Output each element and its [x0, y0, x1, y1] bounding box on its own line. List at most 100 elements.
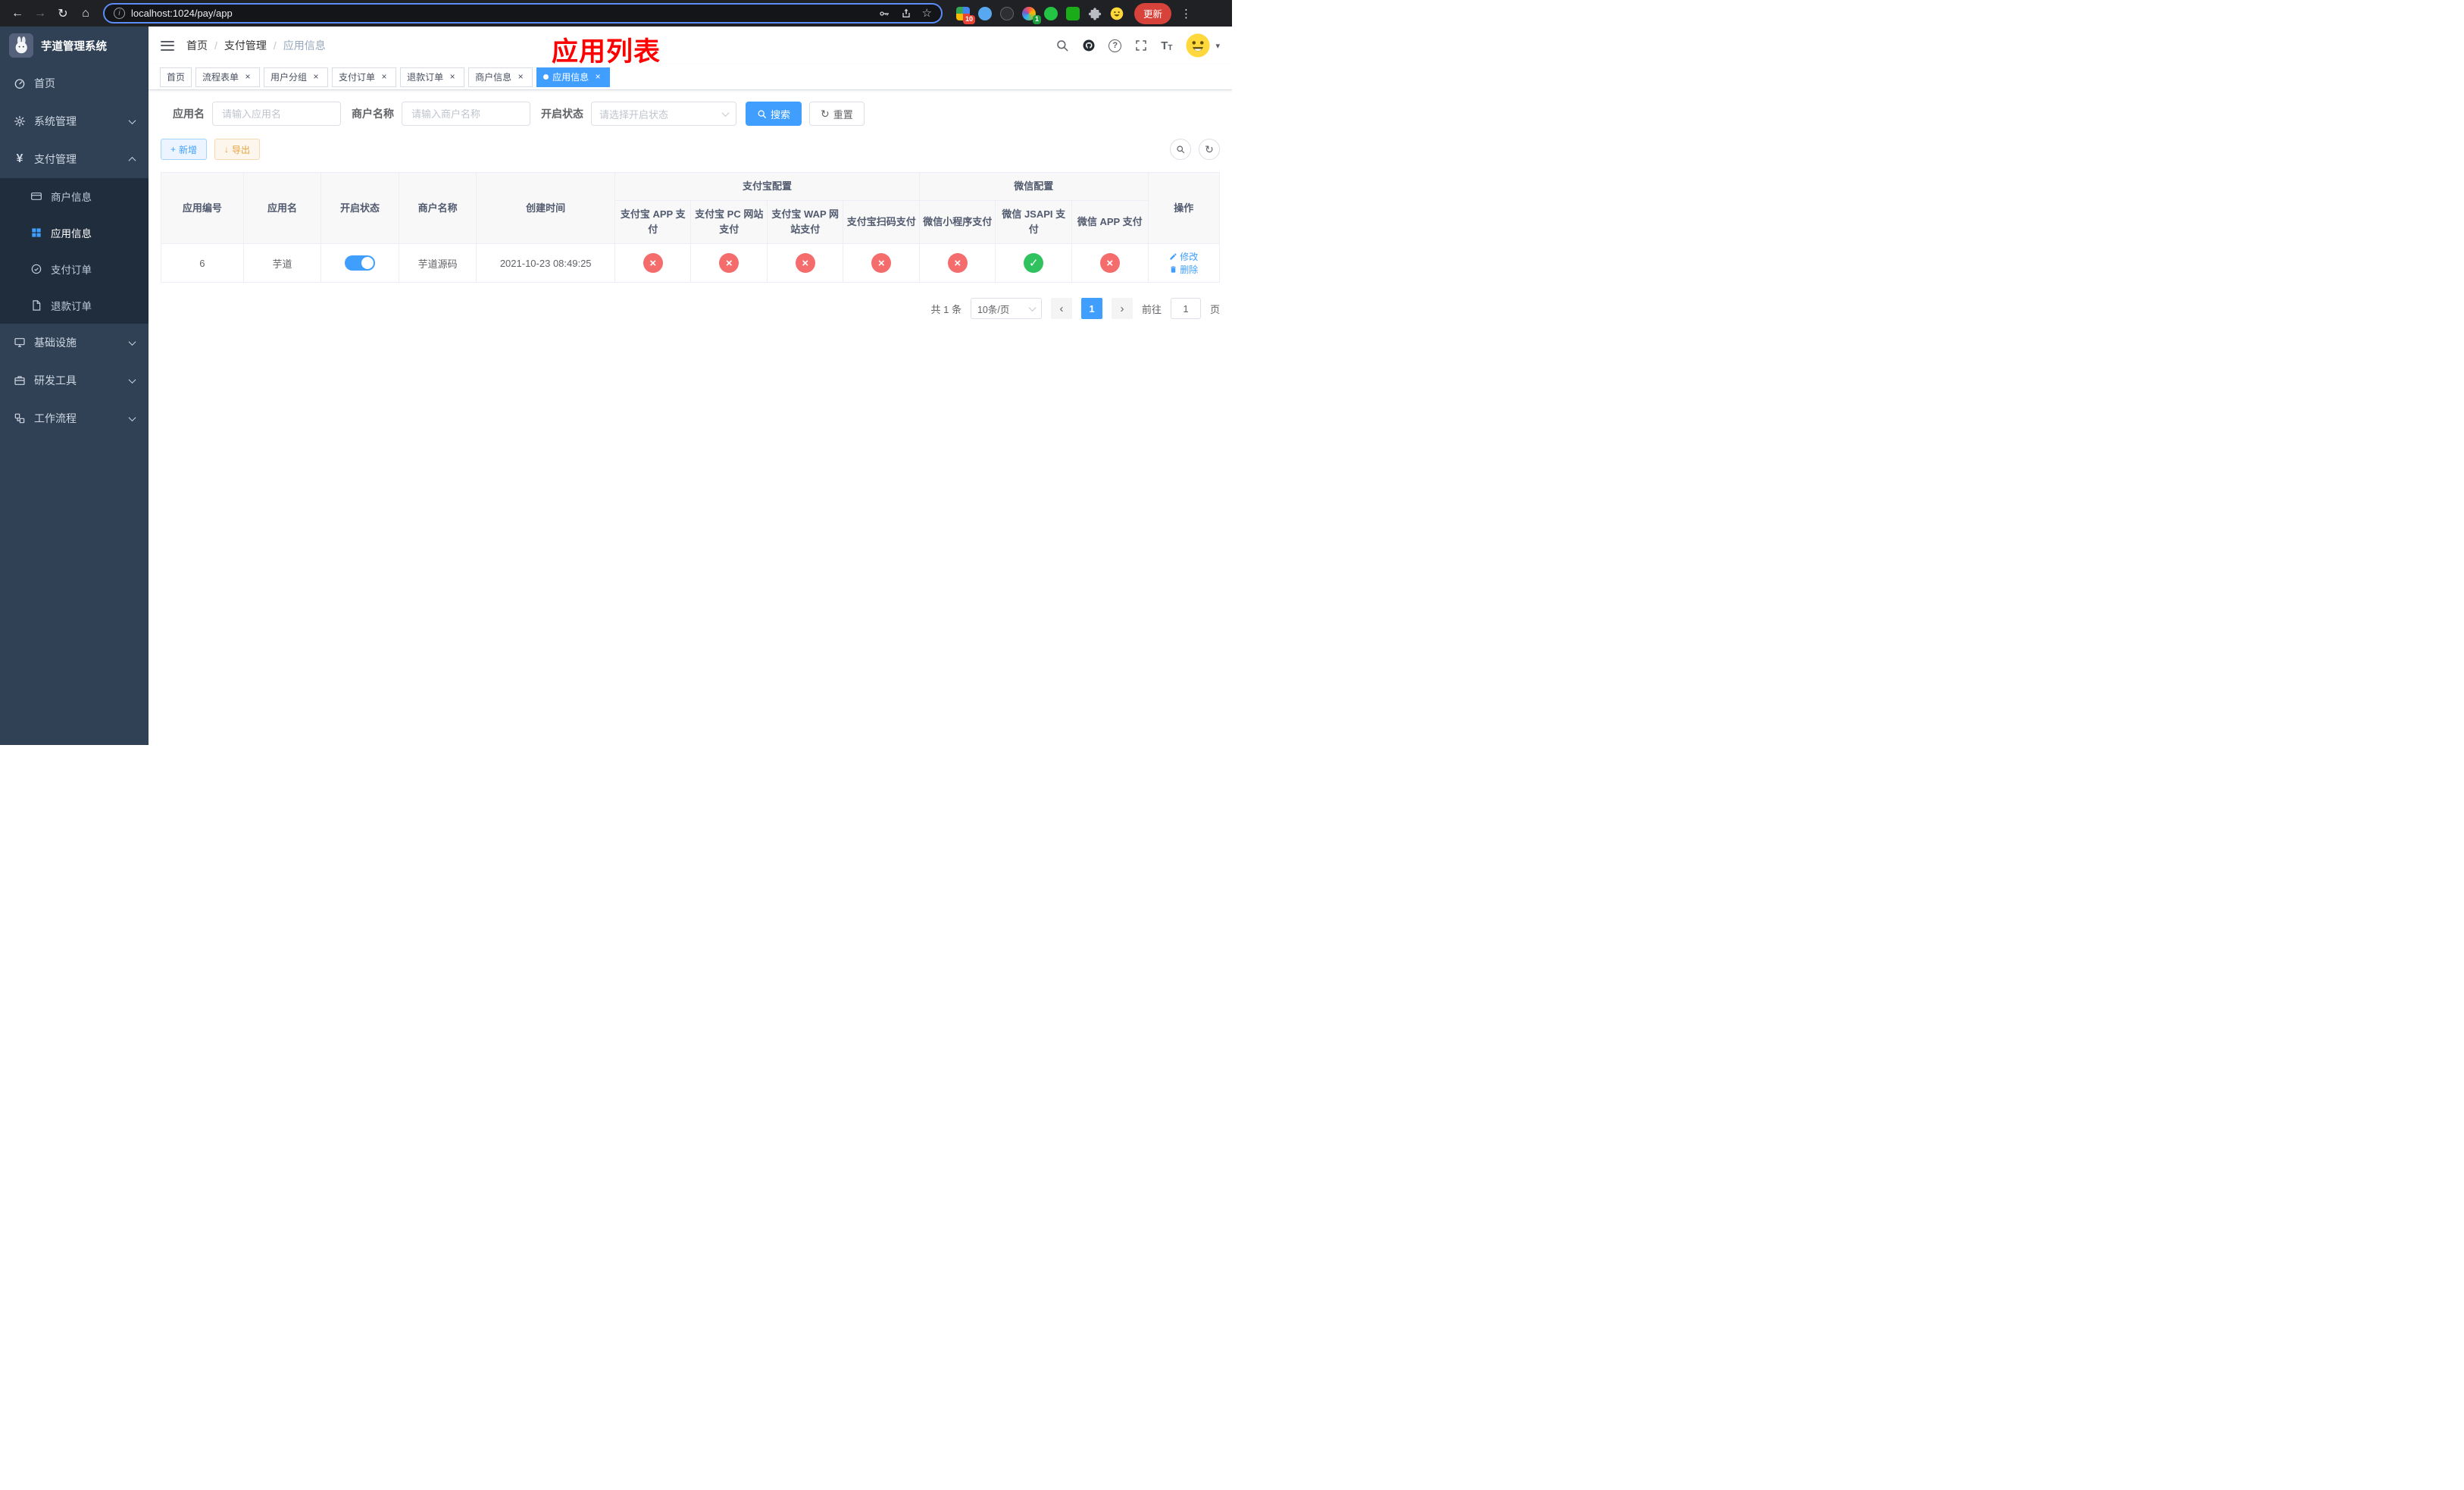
sidebar-item-system[interactable]: 系统管理: [0, 102, 149, 140]
browser-reload-icon[interactable]: ↻: [53, 4, 73, 23]
sidebar-item-label: 商户信息: [51, 192, 92, 203]
extension-drop-icon[interactable]: [978, 6, 992, 20]
tab-pay-order[interactable]: 支付订单 ×: [332, 67, 397, 87]
bookmark-star-icon[interactable]: ☆: [922, 8, 932, 19]
pagination: 共 1 条 10条/页 ‹ 1 › 前往 页: [161, 298, 1220, 320]
browser-menu-icon[interactable]: ⋮: [1180, 7, 1192, 20]
close-icon[interactable]: ×: [593, 72, 603, 83]
sidebar-item-pay-order[interactable]: 支付订单: [0, 251, 149, 287]
sidebar-menu: 首页 系统管理 ¥ 支付管理 商户信息 应用信息 支付订单 退款订单 基础设施 …: [0, 64, 149, 745]
alipay-pc-status-icon: ×: [719, 253, 740, 274]
extension-grid-icon[interactable]: 10: [956, 6, 975, 24]
prev-page-button[interactable]: ‹: [1050, 298, 1072, 320]
browser-update-button[interactable]: 更新: [1134, 2, 1172, 24]
close-icon[interactable]: ×: [447, 72, 458, 83]
merchant-name-input[interactable]: [402, 102, 530, 126]
reset-button[interactable]: ↻ 重置: [809, 102, 865, 126]
sidebar-item-workflow[interactable]: 工作流程: [0, 399, 149, 437]
sidebar-item-infra[interactable]: 基础设施: [0, 324, 149, 362]
sidebar: 芋道管理系统 首页 系统管理 ¥ 支付管理 商户信息 应用信息 支付订单 退款订…: [0, 27, 149, 745]
page-1-button[interactable]: 1: [1080, 298, 1102, 320]
goto-page-input[interactable]: [1170, 298, 1201, 320]
breadcrumb-separator: /: [214, 39, 217, 52]
sidebar-item-devtools[interactable]: 研发工具: [0, 362, 149, 399]
close-icon[interactable]: ×: [242, 72, 253, 83]
extension-dark-icon[interactable]: [1000, 6, 1014, 20]
toolbox-icon: [14, 376, 25, 385]
sidebar-item-label: 系统管理: [34, 115, 77, 127]
tab-refund-order[interactable]: 退款订单 ×: [400, 67, 465, 87]
merchant-name-label: 商户名称: [352, 108, 394, 120]
page-annotation: 应用列表: [551, 37, 661, 67]
col-status: 开启状态: [321, 171, 399, 245]
font-size-icon[interactable]: TT: [1161, 39, 1172, 52]
tab-home[interactable]: 首页: [160, 67, 192, 87]
browser-toolbar: ← → ↻ ⌂ i localhost:1024/pay/app ☆ 10 1 …: [0, 0, 1232, 27]
extensions-tray: 10 1: [956, 6, 1124, 24]
sidebar-logo[interactable]: 芋道管理系统: [0, 27, 149, 64]
edit-link[interactable]: 修改: [1169, 250, 1198, 263]
sidebar-item-label: 工作流程: [34, 412, 77, 424]
col-operations: 操作: [1147, 171, 1221, 245]
logo-avatar: [9, 33, 33, 58]
navbar-actions: ? TT ▾: [1055, 33, 1220, 58]
extensions-puzzle-icon[interactable]: [1088, 7, 1102, 20]
sidebar-item-label: 支付订单: [51, 265, 92, 276]
sidebar-item-refund-order[interactable]: 退款订单: [0, 287, 149, 324]
help-icon[interactable]: ?: [1108, 39, 1122, 52]
tab-app-info[interactable]: 应用信息 ×: [536, 67, 611, 87]
share-icon[interactable]: [900, 8, 912, 20]
app-table: 应用编号 应用名 开启状态 商户名称 创建时间 支付宝配置 微信配置 操作 支付…: [161, 171, 1221, 283]
chevron-down-icon: [128, 375, 136, 383]
tab-process-form[interactable]: 流程表单 ×: [195, 67, 261, 87]
page-size-select[interactable]: 10条/页: [970, 298, 1042, 320]
extension-green-icon[interactable]: [1044, 6, 1058, 20]
github-icon[interactable]: [1082, 39, 1096, 52]
sidebar-collapse-icon[interactable]: [161, 40, 174, 51]
site-info-icon[interactable]: i: [114, 8, 125, 19]
toggle-search-button[interactable]: [1170, 139, 1191, 160]
filter-form: 应用名 商户名称 开启状态 请选择开启状态 搜索 ↻ 重置: [161, 102, 1220, 126]
next-page-button[interactable]: ›: [1111, 298, 1133, 320]
tab-merchant-info[interactable]: 商户信息 ×: [468, 67, 533, 87]
sidebar-item-label: 基础设施: [34, 337, 77, 349]
dashboard-icon: [14, 79, 25, 89]
status-toggle[interactable]: [345, 255, 376, 271]
user-avatar[interactable]: ▾: [1185, 33, 1220, 58]
refresh-table-button[interactable]: ↻: [1199, 139, 1220, 160]
add-button[interactable]: + 新增: [161, 139, 208, 160]
fullscreen-icon[interactable]: [1134, 39, 1148, 52]
sidebar-item-home[interactable]: 首页: [0, 64, 149, 102]
close-icon[interactable]: ×: [515, 72, 526, 83]
search-button[interactable]: 搜索: [746, 102, 802, 126]
breadcrumb-payment[interactable]: 支付管理: [224, 38, 267, 53]
order-icon: [31, 264, 42, 274]
browser-forward-icon[interactable]: →: [30, 4, 50, 23]
address-bar[interactable]: i localhost:1024/pay/app ☆: [103, 3, 943, 23]
password-key-icon[interactable]: [878, 8, 890, 20]
cell-created: 2021-10-23 08:49:25: [476, 243, 615, 283]
status-select[interactable]: 请选择开启状态: [591, 102, 736, 126]
sidebar-item-label: 支付管理: [34, 153, 77, 165]
browser-home-icon[interactable]: ⌂: [76, 4, 95, 23]
sidebar-item-label: 应用信息: [51, 228, 92, 239]
tab-user-group[interactable]: 用户分组 ×: [264, 67, 329, 87]
close-icon[interactable]: ×: [379, 72, 389, 83]
delete-link[interactable]: 删除: [1169, 263, 1198, 276]
search-icon[interactable]: [1055, 39, 1069, 52]
export-button[interactable]: ↓ 导出: [214, 139, 261, 160]
col-merchant: 商户名称: [398, 171, 477, 245]
profile-emoji-icon[interactable]: [1110, 7, 1124, 20]
extension-badge: 10: [962, 14, 975, 24]
breadcrumb: 首页 / 支付管理 / 应用信息: [186, 38, 326, 53]
sidebar-item-app-info[interactable]: 应用信息: [0, 214, 149, 251]
extension-wechat-icon[interactable]: [1066, 6, 1080, 20]
close-icon[interactable]: ×: [311, 72, 321, 83]
browser-back-icon[interactable]: ←: [8, 4, 27, 23]
extension-rainbow-icon[interactable]: 1: [1022, 6, 1041, 24]
app-name-input[interactable]: [212, 102, 341, 126]
breadcrumb-home[interactable]: 首页: [186, 38, 208, 53]
url-text[interactable]: localhost:1024/pay/app: [131, 8, 872, 19]
sidebar-item-merchant-info[interactable]: 商户信息: [0, 178, 149, 214]
sidebar-item-payment[interactable]: ¥ 支付管理: [0, 140, 149, 178]
